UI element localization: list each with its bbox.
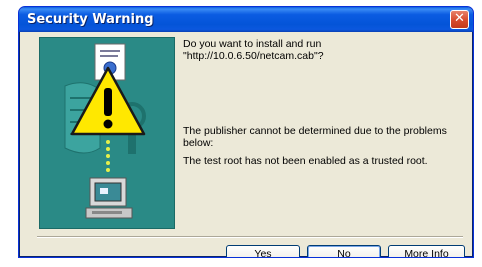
title-bar[interactable]: Security Warning ✕ [19,7,473,32]
security-illustration-panel [39,37,175,229]
button-separator [37,236,463,238]
publisher-warning: The publisher cannot be determined due t… [183,125,473,149]
security-warning-dialog: Security Warning ✕ Do you want to instal… [18,6,474,258]
no-button[interactable]: No [307,245,381,257]
trust-detail: The test root has not been enabled as a … [183,155,428,167]
publisher-line-2: below: [183,137,214,149]
yes-button[interactable]: Yes [226,245,300,257]
install-question: Do you want to install and run "http://1… [183,38,473,62]
question-url: "http://10.0.6.50/netcam.cab"? [183,50,324,62]
window-title: Security Warning [27,12,154,27]
more-info-button[interactable]: More Info [388,245,465,257]
publisher-line-1: The publisher cannot be determined due t… [183,125,447,137]
question-line-1: Do you want to install and run [183,38,322,50]
close-button[interactable]: ✕ [450,10,469,29]
computer-icon [85,177,133,219]
close-icon: ✕ [454,11,465,26]
connector-dots [106,140,110,172]
